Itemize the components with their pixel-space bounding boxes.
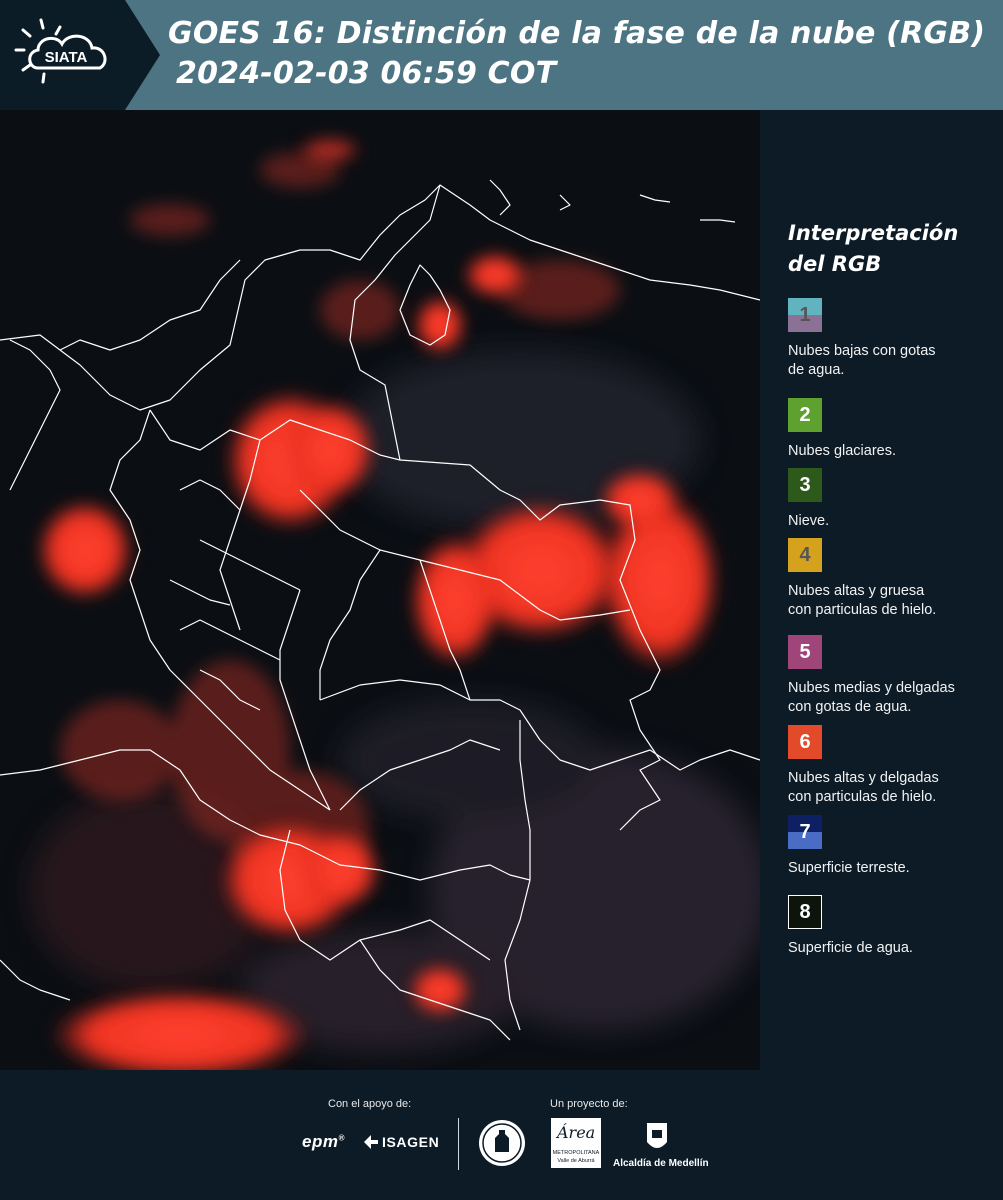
legend-label-line2: con particulas de hielo. bbox=[788, 789, 937, 805]
legend-label: Nieve. bbox=[788, 512, 1000, 531]
area-metropolitana-logo: Área METROPOLITANA Valle de Aburrá bbox=[551, 1118, 601, 1168]
isagen-logo-text: ISAGEN bbox=[382, 1134, 440, 1150]
legend-label-line1: Nubes altas y gruesa bbox=[788, 583, 925, 599]
legend-swatch: 3 bbox=[788, 468, 822, 502]
title: GOES 16: Distinción de la fase de la nub… bbox=[168, 16, 986, 51]
footer: Con el apoyo de: Un proyecto de: epm® IS… bbox=[0, 1070, 1003, 1200]
area-logo-text: Área bbox=[557, 1123, 596, 1142]
legend-item-8: 8 Superficie de agua. bbox=[788, 895, 1000, 958]
area-logo-sub2: Valle de Aburrá bbox=[557, 1158, 595, 1164]
legend-swatch: 5 bbox=[788, 635, 822, 669]
legend-number: 5 bbox=[799, 640, 811, 663]
legend-label: Nubes glaciares. bbox=[788, 442, 1000, 461]
legend-number: 1 bbox=[799, 303, 811, 326]
legend-number: 4 bbox=[799, 543, 811, 566]
legend-label: Superficie de agua. bbox=[788, 939, 1000, 958]
legend-number: 6 bbox=[799, 730, 811, 753]
legend-label-line1: Nubes medias y delgadas bbox=[788, 680, 955, 696]
legend-item-7: 7 Superficie terreste. bbox=[788, 815, 1000, 878]
legend-label: Nubes bajas con gotas de agua. bbox=[788, 342, 1000, 380]
siata-logo: SIATA bbox=[14, 18, 107, 84]
rgb-composite-image bbox=[0, 110, 760, 1070]
footer-divider bbox=[458, 1118, 459, 1170]
legend-item-5: 5 Nubes medias y delgadas con gotas de agu… bbox=[788, 635, 1000, 717]
legend-number: 2 bbox=[799, 403, 811, 426]
legend-swatch: 6 bbox=[788, 725, 822, 759]
isagen-logo: ISAGEN bbox=[362, 1133, 439, 1151]
legend-label-line1: Nubes altas y delgadas bbox=[788, 770, 939, 786]
alcaldia-shield-icon bbox=[647, 1123, 667, 1148]
legend-swatch: 1 bbox=[788, 298, 822, 332]
legend-title-line1: Interpretación bbox=[788, 221, 959, 245]
legend-label-line1: Nubes glaciares. bbox=[788, 443, 896, 459]
header: SIATA GOES 16: Distinción de la fase de … bbox=[0, 0, 1003, 110]
logo-text: SIATA bbox=[45, 49, 88, 66]
legend-label: Nubes altas y delgadas con particulas de … bbox=[788, 769, 1000, 807]
alcaldia-label: Alcaldía de Medellín bbox=[613, 1158, 709, 1169]
project-label: Un proyecto de: bbox=[550, 1098, 628, 1110]
legend-label-line1: Superficie de agua. bbox=[788, 940, 913, 956]
legend-label-line1: Nieve. bbox=[788, 513, 830, 529]
legend-label-line1: Superficie terreste. bbox=[788, 860, 910, 876]
legend-title: Interpretación del RGB bbox=[788, 218, 998, 280]
university-seal-icon bbox=[479, 1120, 525, 1166]
legend-item-4: 4 Nubes altas y gruesa con particulas de h… bbox=[788, 538, 1000, 620]
legend-item-2: 2 Nubes glaciares. bbox=[788, 398, 1000, 461]
legend-item-1: 1 Nubes bajas con gotas de agua. bbox=[788, 298, 1000, 380]
legend-swatch: 8 bbox=[788, 895, 822, 929]
legend-panel: Interpretación del RGB 1 Nubes bajas con … bbox=[760, 110, 1003, 1070]
area-logo-sub1: METROPOLITANA bbox=[552, 1150, 600, 1156]
legend-label: Nubes medias y delgadas con gotas de agua… bbox=[788, 679, 1000, 717]
timestamp: 2024-02-03 06:59 COT bbox=[176, 56, 557, 91]
legend-label-line2: de agua. bbox=[788, 362, 845, 378]
legend-label-line2: con particulas de hielo. bbox=[788, 602, 937, 618]
legend-label-line1: Nubes bajas con gotas bbox=[788, 343, 936, 359]
legend-item-3: 3 Nieve. bbox=[788, 468, 1000, 531]
epm-logo-text: epm bbox=[302, 1132, 339, 1151]
legend-swatch: 4 bbox=[788, 538, 822, 572]
legend-item-6: 6 Nubes altas y delgadas con particulas de… bbox=[788, 725, 1000, 807]
legend-number: 8 bbox=[799, 900, 811, 923]
legend-title-line2: del RGB bbox=[788, 252, 882, 276]
legend-swatch: 7 bbox=[788, 815, 822, 849]
support-label: Con el apoyo de: bbox=[328, 1098, 412, 1110]
legend-label-line2: con gotas de agua. bbox=[788, 699, 912, 715]
isagen-icon bbox=[364, 1135, 378, 1149]
legend-label: Nubes altas y gruesa con particulas de hi… bbox=[788, 582, 1000, 620]
legend-number: 3 bbox=[799, 473, 811, 496]
legend-swatch: 2 bbox=[788, 398, 822, 432]
satellite-map bbox=[0, 110, 760, 1070]
legend-label: Superficie terreste. bbox=[788, 859, 1000, 878]
legend-number: 7 bbox=[799, 820, 811, 843]
epm-logo: epm® bbox=[302, 1132, 345, 1151]
